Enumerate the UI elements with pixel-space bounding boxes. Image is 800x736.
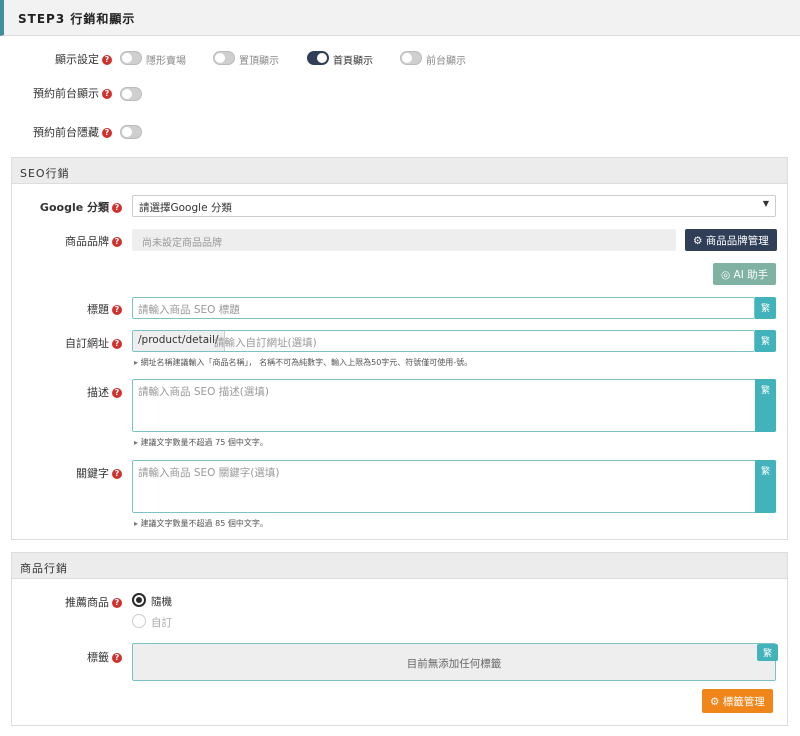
toggle-label-homepage: 首頁顯示 [333,56,373,67]
google-category-label: Google 分類? [40,199,122,215]
seo-title-input[interactable]: 請輸入商品 SEO 標題 [132,297,755,319]
seo-panel-title: SEO行銷 [12,158,787,184]
keywords-textarea[interactable]: 請輸入商品 SEO 關鍵字(選填) [132,460,776,513]
help-icon[interactable]: ? [112,305,122,315]
toggle-schedule-show[interactable] [120,87,142,101]
help-icon[interactable]: ? [102,128,112,138]
brand-manage-button[interactable]: ⚙ 商品品牌管理 [685,229,777,251]
help-icon[interactable]: ? [112,598,122,608]
custom-url-input[interactable]: /product/detail/ 請輸入自訂網址(選填) [132,330,755,352]
description-hint: 建議文字數量不超過 75 個中文字。 [134,437,268,448]
radio-custom-label: 自訂 [151,617,172,629]
brand-field: 尚未設定商品品牌 [132,229,676,251]
toggle-label-pin-top: 置頂顯示 [239,56,279,67]
gear-icon: ⚙ [693,235,703,247]
radio-custom[interactable] [132,614,146,628]
help-icon[interactable]: ? [112,237,122,247]
google-category-select[interactable]: 請選擇Google 分類 ▼ [132,195,776,217]
toggle-schedule-hide[interactable] [120,125,142,139]
help-icon[interactable]: ? [112,203,122,213]
toggle-label-frontend: 前台顯示 [426,56,466,67]
help-icon[interactable]: ? [112,388,122,398]
toggle-homepage[interactable] [307,51,329,65]
keywords-traditional-button[interactable]: 繁 [755,460,776,513]
tags-traditional-button[interactable]: 繁 [757,644,778,661]
step-header: STEP3 行銷和顯示 [0,0,800,36]
toggle-frontend[interactable] [400,51,422,65]
ai-assistant-button[interactable]: ◎ AI 助手 [713,263,777,285]
custom-url-label: 自訂網址? [65,335,122,351]
marketing-panel-title: 商品行銷 [12,553,787,579]
tags-field[interactable]: 目前無添加任何標籤 [132,643,776,681]
tags-empty-text: 目前無添加任何標籤 [406,658,502,670]
description-textarea[interactable]: 請輸入商品 SEO 描述(選填) [132,379,776,432]
schedule-hide-label: 預約前台隱藏? [33,124,112,140]
description-traditional-button[interactable]: 繁 [755,379,776,432]
seo-title-traditional-button[interactable]: 繁 [755,297,776,319]
tags-label: 標籤? [87,649,122,665]
help-icon[interactable]: ? [112,653,122,663]
tags-manage-button[interactable]: ⚙ 標籤管理 [702,689,773,713]
step-title: STEP3 行銷和顯示 [18,12,136,26]
help-icon[interactable]: ? [102,55,112,65]
toggle-pin-top[interactable] [213,51,235,65]
help-icon[interactable]: ? [112,469,122,479]
radio-random[interactable] [132,593,146,607]
url-prefix: /product/detail/ [133,331,225,351]
keywords-hint: 建議文字數量不超過 85 個中文字。 [134,518,268,529]
recommend-label: 推薦商品? [65,594,122,610]
toggle-hidden-store[interactable] [120,51,142,65]
radio-random-label: 隨機 [151,596,172,608]
seo-title-label: 標題? [87,301,122,317]
keywords-label: 關鍵字? [76,465,122,481]
custom-url-traditional-button[interactable]: 繁 [755,330,776,352]
custom-url-hint: 網址名稱建議輸入「商品名稱」， 名稱不可為純數字、輸入上限為50字元、符號僅可使… [134,357,473,368]
display-settings-label: 顯示設定? [55,51,112,67]
ai-icon: ◎ [721,269,731,281]
brand-label: 商品品牌? [65,233,122,249]
help-icon[interactable]: ? [112,339,122,349]
marketing-panel: 商品行銷 [11,552,788,726]
gear-icon: ⚙ [710,696,720,708]
toggle-label-hidden-store: 隱形賣場 [146,56,186,67]
description-label: 描述? [87,384,122,400]
dropdown-arrow-icon: ▼ [762,199,769,208]
schedule-show-label: 預約前台顯示? [33,85,112,101]
help-icon[interactable]: ? [102,89,112,99]
